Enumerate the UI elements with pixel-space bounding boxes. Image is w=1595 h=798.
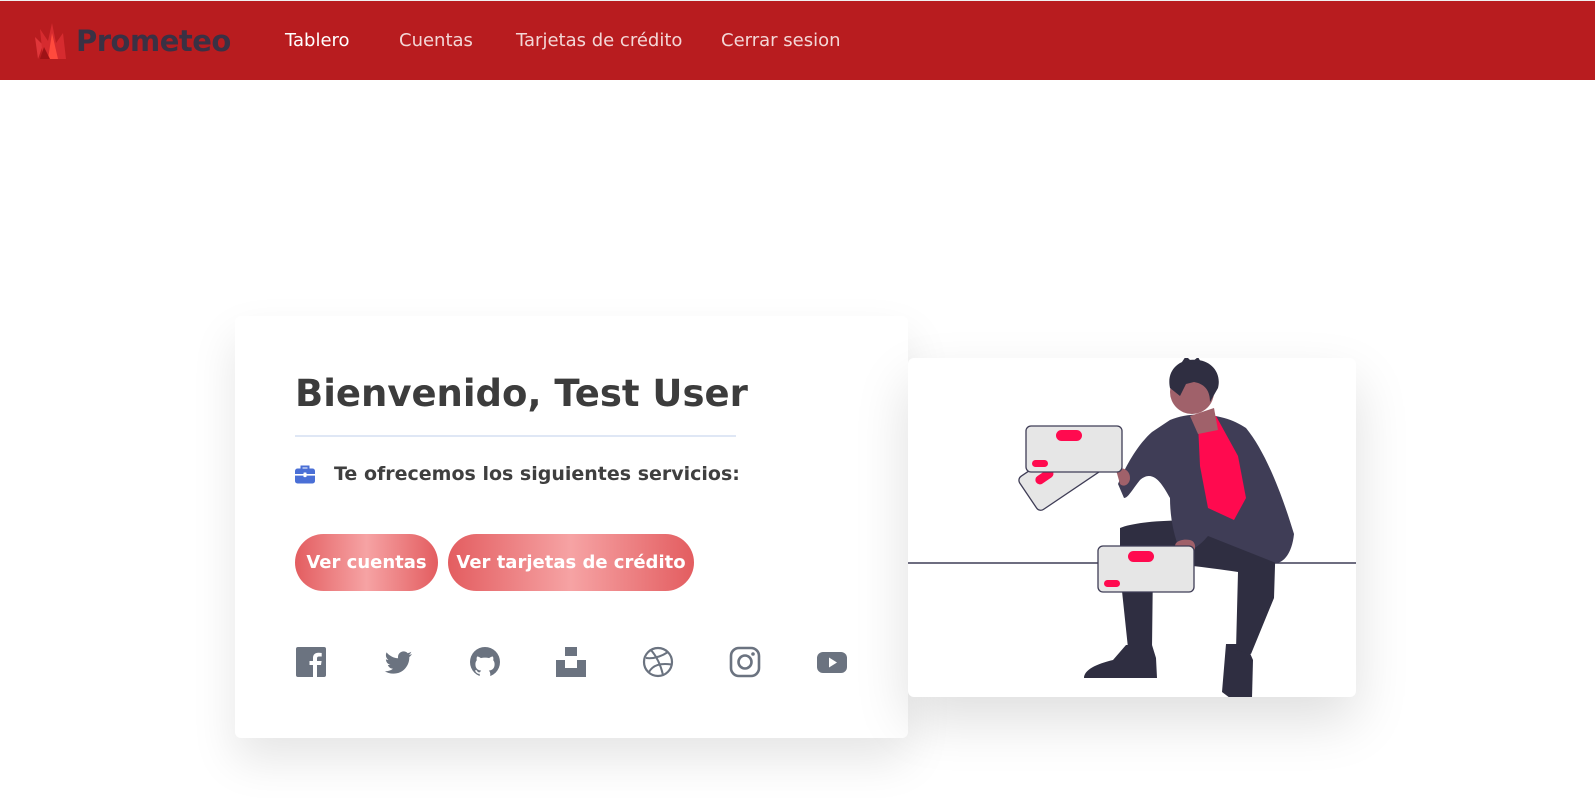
person-with-cards-illustration — [908, 358, 1356, 697]
youtube-icon[interactable] — [816, 646, 848, 678]
services-text: Te ofrecemos los siguientes servicios: — [334, 463, 740, 485]
nav-item-cuentas[interactable]: Cuentas — [399, 29, 473, 53]
brand-name: Prometeo — [76, 24, 231, 58]
nav-item-tablero[interactable]: Tablero — [285, 29, 350, 53]
nav-item-cerrar-sesion[interactable]: Cerrar sesion — [721, 29, 841, 53]
illustration-card — [908, 358, 1356, 697]
top-navbar: Prometeo Tablero Cuentas Tarjetas de cré… — [0, 0, 1595, 80]
facebook-icon[interactable] — [295, 646, 327, 678]
brand-logo[interactable]: Prometeo — [34, 21, 231, 61]
flame-logo-icon — [35, 23, 66, 59]
welcome-title: Bienvenido, Test User — [295, 372, 748, 415]
github-icon[interactable] — [469, 646, 501, 678]
twitter-icon[interactable] — [382, 646, 414, 678]
briefcase-icon — [295, 465, 315, 484]
unsplash-icon[interactable] — [555, 646, 587, 678]
instagram-icon[interactable] — [729, 646, 761, 678]
view-credit-cards-button[interactable]: Ver tarjetas de crédito — [448, 534, 694, 591]
welcome-card: Bienvenido, Test User Te ofrecemos los s… — [235, 316, 908, 738]
nav-item-tarjetas[interactable]: Tarjetas de crédito — [516, 29, 682, 53]
dribbble-icon[interactable] — [642, 646, 674, 678]
view-accounts-button[interactable]: Ver cuentas — [295, 534, 438, 591]
title-divider — [295, 435, 736, 437]
